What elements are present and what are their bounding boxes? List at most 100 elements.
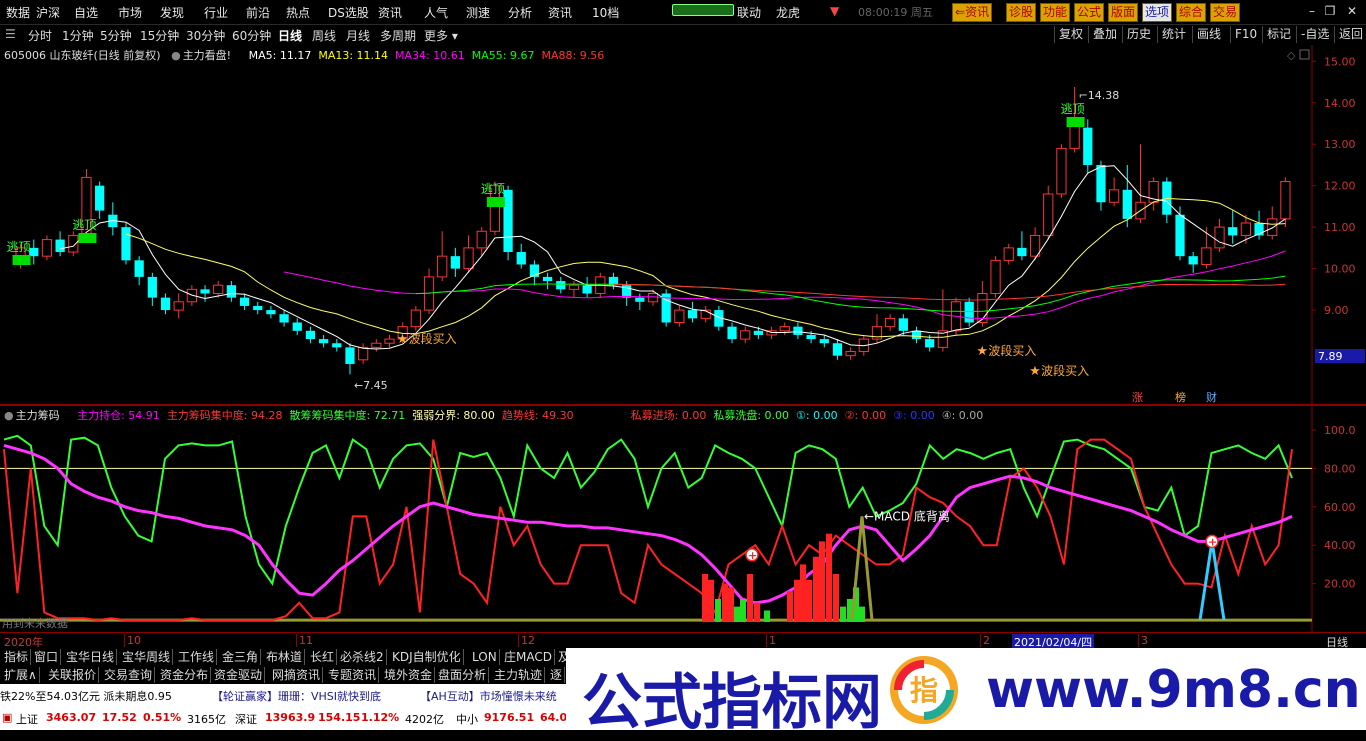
indicator-tab[interactable]: LON [470, 649, 500, 665]
indicator-tab[interactable]: 指标 [2, 649, 32, 665]
zx-label[interactable]: 中小 [456, 711, 478, 727]
indicator-tab[interactable]: 庄MACD [502, 649, 555, 665]
indicator-tab[interactable]: 宝华日线 [64, 649, 118, 665]
top-menu-item[interactable]: 测速 [466, 4, 490, 21]
indicator-tab[interactable]: 宝华周线 [120, 649, 174, 665]
period-tab[interactable]: 日线 [278, 27, 302, 44]
link-button[interactable]: 联动 [737, 4, 761, 21]
toolbar-right-item[interactable]: 统计 [1157, 26, 1186, 43]
extension-tab[interactable]: 主力轨迹 [492, 667, 546, 683]
extension-tab[interactable]: 扩展∧ [2, 667, 40, 683]
top-right-button[interactable]: 综合 [1176, 3, 1207, 22]
top-menu-item[interactable]: 市场 [118, 4, 142, 21]
top-right-button[interactable]: 功能 [1040, 3, 1071, 22]
extension-tab[interactable]: 资金分布 [158, 667, 212, 683]
extension-tab[interactable]: 网摘资讯 [270, 667, 324, 683]
sh-label[interactable]: 上证 [16, 711, 38, 727]
period-tab[interactable]: 60分钟 [232, 27, 271, 44]
period-tab[interactable]: 月线 [346, 27, 370, 44]
top-right-button[interactable]: ⇐资讯 [952, 3, 993, 22]
top-right-button[interactable]: 公式 [1074, 3, 1105, 22]
dropdown-arrow-icon[interactable]: ▼ [830, 4, 839, 18]
buy-label: 波段买入 [1041, 363, 1089, 378]
minimize-icon[interactable]: – [1304, 3, 1320, 19]
top-menu-item[interactable]: 发现 [160, 4, 184, 21]
candle-body-up [1109, 189, 1120, 203]
close-icon[interactable]: ✕ [1344, 3, 1360, 19]
top-menu-item[interactable]: 前沿 [246, 4, 270, 21]
top-menu-item[interactable]: 自选 [74, 4, 98, 21]
candle-body-down [121, 227, 131, 261]
period-tab[interactable]: 周线 [312, 27, 336, 44]
top-menu-item[interactable]: 资讯 [378, 4, 402, 21]
extension-tab[interactable]: 逐 [548, 667, 566, 683]
period-tab[interactable]: 5分钟 [100, 27, 132, 44]
toolbar-right-item[interactable]: 返回 [1334, 26, 1363, 43]
top-menu-item[interactable]: DS选股 [328, 4, 369, 21]
top-menu-item[interactable]: 热点 [286, 4, 310, 21]
candle-body-down [160, 297, 171, 311]
top-menu-item[interactable]: 10档 [592, 4, 619, 21]
sub-chart-bg [0, 405, 1366, 632]
top-menu-item[interactable]: 分析 [508, 4, 532, 21]
indicator-tab[interactable]: 窗口 [32, 649, 62, 665]
top-menu-item[interactable]: 人气 [424, 4, 448, 21]
toolbar-right-item[interactable]: 标记 [1262, 26, 1291, 43]
extension-tab[interactable]: 盘面分析 [436, 667, 490, 683]
period-tab[interactable]: 分时 [28, 27, 52, 44]
toolbar-right-item[interactable]: 历史 [1122, 26, 1151, 43]
period-tab[interactable]: 15分钟 [140, 27, 179, 44]
top-menu-item[interactable]: 沪深 [36, 4, 60, 21]
list-icon[interactable]: ☰ [5, 27, 16, 41]
top-menu-item[interactable]: 数据 [6, 4, 30, 21]
candlestick-chart[interactable]: 15.00 14.00 13.00 12.00 11.00 10.00 9.00 7.89 ◇ 逃… [0, 45, 1366, 405]
indicator-tab[interactable]: 长红 [308, 649, 338, 665]
top-right-button-label: 选项 [1145, 5, 1170, 19]
candle-body-up [647, 292, 659, 303]
toolbar-right-item[interactable]: 复权 [1054, 26, 1083, 43]
indicator-tab[interactable]: 金三角 [220, 649, 262, 665]
candle-body-up [1003, 247, 1014, 261]
toolbar-right-item[interactable]: -自选 [1296, 26, 1329, 43]
restore-icon[interactable]: ❐ [1322, 3, 1338, 19]
indicator-tab[interactable]: 布林道 [264, 649, 306, 665]
extension-tab[interactable]: 境外资金 [382, 667, 436, 683]
toolbar-right-item[interactable]: 画线 [1192, 26, 1221, 43]
toolbar-right-item[interactable]: 叠加 [1088, 26, 1117, 43]
chip-indicator-chart[interactable]: 100.0 80.00 60.00 40.00 20.00 ←MACD 底背离 + + 用到未来… [0, 405, 1366, 632]
news-item[interactable]: 【AH互动】市场憧憬未来统 [420, 688, 557, 704]
indicator-tab[interactable]: 必杀线2 [338, 649, 387, 665]
candle-body-down [582, 285, 592, 294]
top-right-button[interactable]: 交易 [1210, 3, 1241, 22]
period-tab[interactable]: 更多 ▾ [424, 27, 458, 44]
sh-icon: ▣ [2, 711, 13, 724]
news-item[interactable]: 【轮证赢家】珊珊：VHSI就快到底 [212, 688, 381, 704]
indicator-tab[interactable]: 工作线 [176, 649, 218, 665]
top-right-button[interactable]: 选项 [1142, 3, 1173, 22]
extension-tab[interactable]: 专题资讯 [326, 667, 380, 683]
candle-body-up [779, 326, 790, 332]
indicator-tab[interactable]: KDJ自制优化 [390, 649, 464, 665]
chip-volume-bar [734, 606, 740, 622]
cai-badge: 财 [1206, 390, 1217, 404]
period-tab[interactable]: 多周期 [380, 27, 416, 44]
sub-title[interactable]: ● 主力筹码 [4, 409, 67, 422]
sz-label[interactable]: 深证 [235, 711, 257, 727]
indicator-name[interactable]: ● 主力看盘! [171, 49, 238, 62]
period-tab[interactable]: 1分钟 [62, 27, 94, 44]
extension-tab[interactable]: 关联报价 [46, 667, 100, 683]
extension-tab[interactable]: 交易查询 [102, 667, 156, 683]
toolbar-right-item[interactable]: F10 [1230, 26, 1257, 43]
top-right-button[interactable]: 版面 [1108, 3, 1139, 22]
candle-body-up [674, 309, 685, 324]
top-menu-item[interactable]: 资讯 [548, 4, 572, 21]
top-right-button-label: 功能 [1043, 5, 1068, 19]
news-item[interactable]: 铁22%至54.03亿元 派未期息0.95 [0, 688, 172, 704]
ma-legend-item: MA5: 11.17 [248, 49, 312, 62]
top-menu-item[interactable]: 行业 [204, 4, 228, 21]
period-tab[interactable]: 30分钟 [186, 27, 225, 44]
extension-tab[interactable]: 资金驱动 [212, 667, 266, 683]
top-right-button[interactable]: 诊股 [1006, 3, 1037, 22]
chip-volume-bar [708, 579, 714, 622]
longhu-menu[interactable]: 龙虎 [776, 4, 800, 21]
